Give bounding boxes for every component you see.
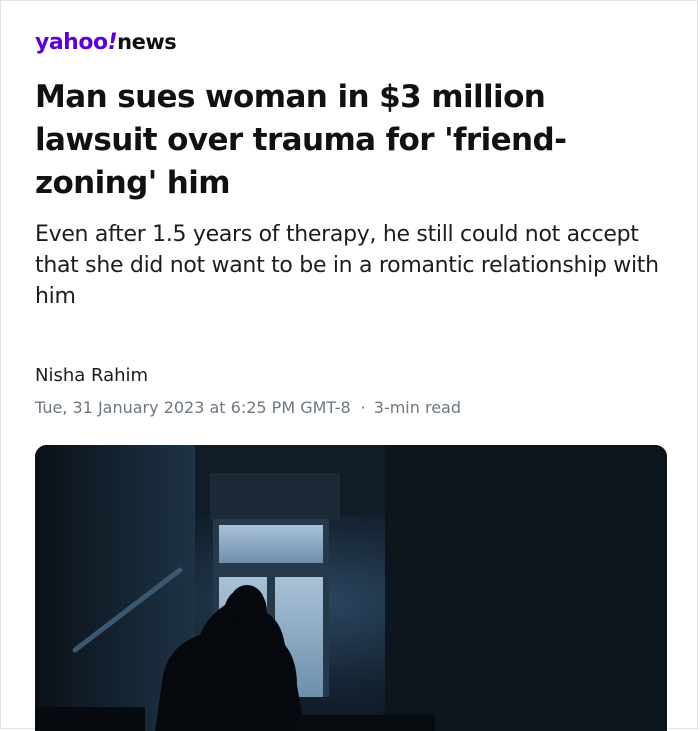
logo-news-text: news [117,30,177,54]
publish-date: Tue, 31 January 2023 at 6:25 PM GMT-8 [35,398,351,417]
meta-separator: · [360,398,366,417]
logo-yahoo-text: yahoo [35,30,108,55]
read-time: 3-min read [373,398,462,417]
article-meta: Tue, 31 January 2023 at 6:25 PM GMT-8 · 3-… [35,396,461,420]
author-name[interactable]: Nisha Rahim [35,363,148,389]
logo-bang-text: ! [107,30,118,55]
article-subheadline: Even after 1.5 years of therapy, he stil… [35,222,659,309]
hero-image[interactable] [35,445,667,731]
yahoo-news-logo[interactable]: yahoo!news [35,27,177,58]
article-card: yahoo!news Man sues woman in $3 million … [0,0,698,731]
article-headline: Man sues woman in $3 million lawsuit ove… [35,79,567,201]
hero-photo-illustration [35,445,667,731]
